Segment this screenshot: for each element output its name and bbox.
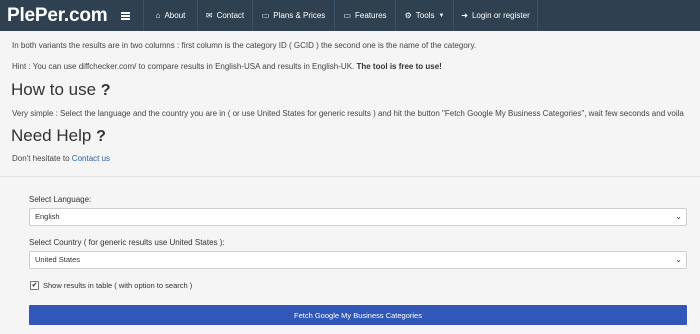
nav-plans-prices[interactable]: ▭ Plans & Prices [252,0,334,31]
language-value: English [35,212,60,221]
intro-columns-text: In both variants the results are in two … [12,41,477,50]
nav-about-label: About [164,11,186,20]
need-help-title: Need Help [11,126,92,145]
language-select[interactable]: English ⌄ [29,208,687,226]
language-label: Select Language: [29,195,92,204]
nav-plans-label: Plans & Prices [273,11,326,20]
top-navbar: PlePer.com ⌂ About ✉ Contact ▭ Plans & P… [0,0,700,31]
nav-features-label: Features [354,11,387,20]
how-to-use-text: Very simple : Select the language and th… [12,109,684,118]
navbar-filler [537,0,700,31]
home-icon: ⌂ [155,11,161,20]
help-prefix: Don't hesitate to [12,154,70,163]
hint-prefix: Hint : You can use diffchecker.com/ to c… [12,62,355,71]
monitor-icon: ▭ [343,11,351,20]
question-icon: ? [100,82,111,99]
need-help-heading: Need Help ? [11,126,106,146]
help-text: Don't hesitate to Contact us [12,154,110,163]
nav-about[interactable]: ⌂ About [143,0,197,31]
nav-contact-label: Contact [216,11,245,20]
nav-tools-label: Tools [415,11,435,20]
chevron-down-icon: ⌄ [675,255,682,264]
nav-login-label: Login or register [471,11,530,20]
show-table-label: Show results in table ( with option to s… [43,281,193,290]
nav-login[interactable]: ➜ Login or register [453,0,537,31]
nav-contact[interactable]: ✉ Contact [197,0,252,31]
how-to-use-title: How to use [11,80,97,99]
login-icon: ➜ [461,11,468,20]
nav-tools-dropdown[interactable]: ⚙ Tools ▼ [395,0,453,31]
nav-features[interactable]: ▭ Features [334,0,395,31]
fetch-button-label: Fetch Google My Business Categories [294,310,422,320]
country-label: Select Country ( for generic results use… [29,238,225,247]
fetch-categories-button[interactable]: Fetch Google My Business Categories [29,305,687,325]
hint-text: Hint : You can use diffchecker.com/ to c… [12,62,442,71]
caret-down-icon: ▼ [438,12,445,19]
hamburger-icon [120,11,130,20]
country-select[interactable]: United States ⌄ [29,251,687,269]
question-icon: ? [96,128,106,145]
brand-logo[interactable]: PlePer.com [0,0,108,31]
section-divider [0,176,700,177]
chevron-down-icon: ⌄ [675,212,682,221]
how-to-use-heading: How to use ? [11,80,111,100]
show-table-checkbox[interactable]: ✔ [30,281,39,290]
hint-bold: The tool is free to use! [356,62,442,71]
menu-toggle-button[interactable] [107,0,143,31]
country-value: United States [35,255,81,264]
envelope-icon: ✉ [205,11,213,20]
money-icon: ▭ [261,11,270,20]
cogs-icon: ⚙ [404,11,412,20]
contact-us-link[interactable]: Contact us [72,154,110,163]
